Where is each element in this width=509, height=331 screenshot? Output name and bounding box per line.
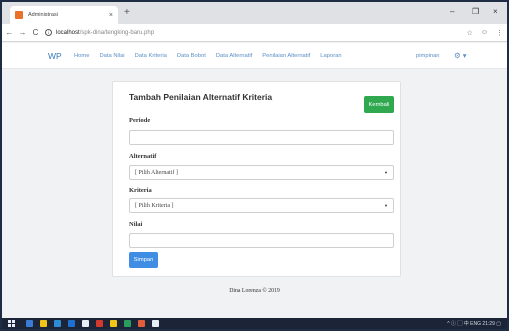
taskbar-app-icon[interactable] xyxy=(54,320,61,327)
taskbar-app-icon[interactable] xyxy=(96,320,103,327)
gear-icon[interactable]: ⚙ ▾ xyxy=(454,51,467,60)
new-tab-button[interactable]: + xyxy=(124,7,130,19)
periode-input[interactable] xyxy=(129,130,394,145)
menu-data-nilai[interactable]: Data Nilai xyxy=(99,53,124,59)
taskbar-app-icon[interactable] xyxy=(124,320,131,327)
periode-label: Periode xyxy=(129,117,151,124)
alternatif-select[interactable]: [ Pilih Alternatif ] ▼ xyxy=(129,165,394,180)
user-menu[interactable]: pimpinan xyxy=(416,53,440,59)
reload-icon[interactable]: C xyxy=(30,28,41,37)
taskbar-app-icon[interactable] xyxy=(110,320,117,327)
back-button[interactable]: Kembali xyxy=(364,96,394,113)
taskbar-search-icon[interactable] xyxy=(26,320,33,327)
page-title: Tambah Penilaian Alternatif Kriteria xyxy=(129,92,273,102)
url-field[interactable]: i localhost /spk-dina/tengking-baru.php xyxy=(45,26,455,40)
url-path: /spk-dina/tengking-baru.php xyxy=(79,29,155,36)
footer-text: Dina Lorenza © 2019 xyxy=(229,288,280,294)
browser-titlebar: Administrasi × + – ❐ × xyxy=(2,2,507,24)
save-button[interactable]: Simpan xyxy=(129,252,158,268)
bookmark-star-icon[interactable]: ☆ xyxy=(467,29,473,37)
profile-icon[interactable]: ☺ xyxy=(481,29,488,36)
tab-title: Administrasi xyxy=(28,12,58,18)
system-tray[interactable]: ^ ⓘ ▢ 中 ENG 21:29 ▢ xyxy=(447,320,501,327)
alternatif-selected: [ Pilih Alternatif ] xyxy=(135,169,178,176)
taskbar-app-icon[interactable] xyxy=(82,320,89,327)
taskbar-app-icon[interactable] xyxy=(68,320,75,327)
kriteria-selected: [ Pilih Kriteria ] xyxy=(135,202,174,209)
menu-data-kriteria[interactable]: Data Kriteria xyxy=(135,53,167,59)
favicon-icon xyxy=(15,11,23,19)
taskbar: ^ ⓘ ▢ 中 ENG 21:29 ▢ xyxy=(2,318,507,329)
back-arrow-icon[interactable]: ← xyxy=(4,28,15,37)
taskbar-app-icon[interactable] xyxy=(152,320,159,327)
menu-data-bobot[interactable]: Data Bobot xyxy=(177,53,206,59)
chevron-down-icon: ▼ xyxy=(384,203,388,208)
main-menu: Home Data Nilai Data Kriteria Data Bobot… xyxy=(74,53,342,59)
windows-start-icon[interactable] xyxy=(8,320,15,327)
url-host: localhost xyxy=(56,29,80,36)
taskbar-app-icon[interactable] xyxy=(138,320,145,327)
app-navbar: WP Home Data Nilai Data Kriteria Data Bo… xyxy=(2,43,507,69)
alternatif-label: Alternatif xyxy=(129,153,157,160)
forward-arrow-icon[interactable]: → xyxy=(17,28,28,37)
site-info-icon[interactable]: i xyxy=(45,29,52,36)
minimize-icon[interactable]: – xyxy=(450,7,454,17)
brand-link[interactable]: WP xyxy=(48,51,62,61)
browser-address-bar: ← → C i localhost /spk-dina/tengking-bar… xyxy=(2,24,507,42)
kriteria-label: Kriteria xyxy=(129,187,152,194)
browser-tab[interactable]: Administrasi × xyxy=(10,6,118,24)
nilai-label: Nilai xyxy=(129,221,143,228)
screen: Administrasi × + – ❐ × ← → C i localhost… xyxy=(2,2,507,318)
taskbar-taskview-icon[interactable] xyxy=(40,320,47,327)
browser-menu-icon[interactable]: ⋮ xyxy=(496,29,503,37)
form-panel: Tambah Penilaian Alternatif Kriteria Kem… xyxy=(112,81,401,277)
menu-laporan[interactable]: Laporan xyxy=(320,53,341,59)
kriteria-select[interactable]: [ Pilih Kriteria ] ▼ xyxy=(129,198,394,213)
close-window-icon[interactable]: × xyxy=(493,7,498,17)
menu-home[interactable]: Home xyxy=(74,53,89,59)
maximize-icon[interactable]: ❐ xyxy=(472,7,479,17)
menu-data-alternatif[interactable]: Data Alternatif xyxy=(216,53,252,59)
nilai-input[interactable] xyxy=(129,233,394,248)
menu-penilaian-alternatif[interactable]: Penilaian Alternatif xyxy=(262,53,310,59)
chevron-down-icon: ▼ xyxy=(384,170,388,175)
tab-close-icon[interactable]: × xyxy=(109,12,113,19)
